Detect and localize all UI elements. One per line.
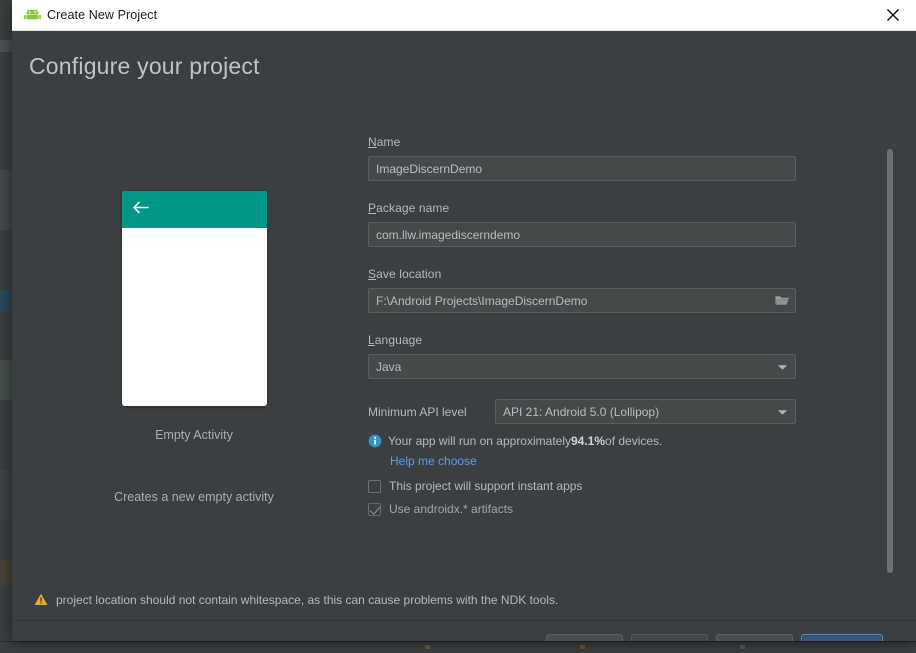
device-coverage-text-after: of devices. bbox=[605, 434, 663, 448]
warning-triangle-icon bbox=[34, 593, 48, 606]
name-input-value: ImageDiscernDemo bbox=[376, 161, 483, 176]
template-preview-panel: Empty Activity Creates a new empty activ… bbox=[29, 191, 359, 504]
androidx-artifacts-checkbox-label: Use androidx.* artifacts bbox=[389, 502, 514, 516]
dialog-title: Create New Project bbox=[47, 8, 158, 22]
minimum-api-label: Minimum API level bbox=[368, 404, 467, 419]
minimum-api-select[interactable]: API 21: Android 5.0 (Lollipop) bbox=[495, 399, 796, 424]
android-logo-icon bbox=[20, 9, 44, 21]
background-status-bar bbox=[0, 641, 916, 653]
androidx-artifacts-checkbox-row[interactable]: Use androidx.* artifacts bbox=[368, 502, 808, 516]
chevron-down-icon bbox=[777, 405, 788, 419]
next-button[interactable]: Next bbox=[631, 633, 708, 641]
project-form: Name ImageDiscernDemo Package name com.l… bbox=[368, 135, 808, 516]
background-status-dot bbox=[425, 645, 430, 649]
close-icon[interactable] bbox=[870, 0, 916, 31]
package-name-input-value: com.llw.imagediscerndemo bbox=[376, 227, 521, 242]
form-scrollbar-thumb[interactable] bbox=[887, 149, 893, 573]
previous-button[interactable]: Previous bbox=[546, 633, 623, 641]
language-field-label: Language bbox=[368, 333, 423, 347]
cancel-button[interactable]: Cancel bbox=[716, 633, 793, 641]
finish-button[interactable]: Finish bbox=[801, 633, 883, 641]
save-location-input-value: F:\Android Projects\ImageDiscernDemo bbox=[376, 293, 588, 308]
form-gap bbox=[368, 313, 808, 333]
help-me-choose-link[interactable]: Help me choose bbox=[390, 454, 477, 468]
form-gap bbox=[368, 181, 808, 201]
name-input[interactable]: ImageDiscernDemo bbox=[368, 156, 796, 181]
device-coverage-percent: 94.1% bbox=[571, 434, 606, 448]
background-status-dot bbox=[580, 645, 585, 649]
validation-warning-text: project location should not contain whit… bbox=[56, 592, 559, 607]
template-name-label: Empty Activity bbox=[155, 428, 233, 442]
folder-open-icon[interactable] bbox=[772, 289, 792, 312]
template-description-label: Creates a new empty activity bbox=[114, 490, 274, 504]
preview-content-area bbox=[121, 228, 267, 406]
name-field-label: Name bbox=[368, 135, 401, 149]
scroll-area-clip bbox=[368, 571, 888, 579]
chevron-down-icon bbox=[777, 360, 788, 374]
package-name-field-label: Package name bbox=[368, 201, 450, 215]
dialog-button-bar: Previous Next Cancel Finish bbox=[12, 621, 916, 641]
preview-appbar bbox=[121, 191, 267, 228]
language-select-value: Java bbox=[376, 359, 402, 374]
language-select[interactable]: Java bbox=[368, 354, 796, 379]
package-name-input[interactable]: com.llw.imagediscerndemo bbox=[368, 222, 796, 247]
validation-warning-bar: project location should not contain whit… bbox=[12, 579, 916, 621]
instant-apps-checkbox[interactable] bbox=[368, 479, 381, 493]
instant-apps-checkbox-row[interactable]: This project will support instant apps bbox=[368, 479, 808, 493]
androidx-artifacts-checkbox[interactable] bbox=[368, 502, 381, 516]
dialog-titlebar: Create New Project bbox=[12, 0, 916, 31]
minimum-api-select-value: API 21: Android 5.0 (Lollipop) bbox=[503, 404, 660, 419]
save-location-input[interactable]: F:\Android Projects\ImageDiscernDemo bbox=[368, 288, 796, 313]
page-title: Configure your project bbox=[29, 53, 260, 79]
dialog-body: Configure your project Empty Activity Cr… bbox=[12, 31, 916, 641]
template-preview-image bbox=[121, 191, 267, 406]
device-coverage-info: Your app will run on approximately 94.1%… bbox=[368, 434, 808, 448]
info-icon bbox=[368, 434, 382, 448]
background-status-dot bbox=[740, 645, 745, 649]
device-coverage-text-before: Your app will run on approximately bbox=[388, 434, 571, 448]
back-arrow-icon bbox=[132, 201, 149, 219]
create-new-project-dialog: Create New Project Configure your projec… bbox=[12, 0, 916, 641]
minimum-api-row: Minimum API level API 21: Android 5.0 (L… bbox=[368, 399, 808, 424]
form-gap bbox=[368, 247, 808, 267]
instant-apps-checkbox-label: This project will support instant apps bbox=[389, 479, 583, 493]
save-location-field-label: Save location bbox=[368, 267, 442, 281]
